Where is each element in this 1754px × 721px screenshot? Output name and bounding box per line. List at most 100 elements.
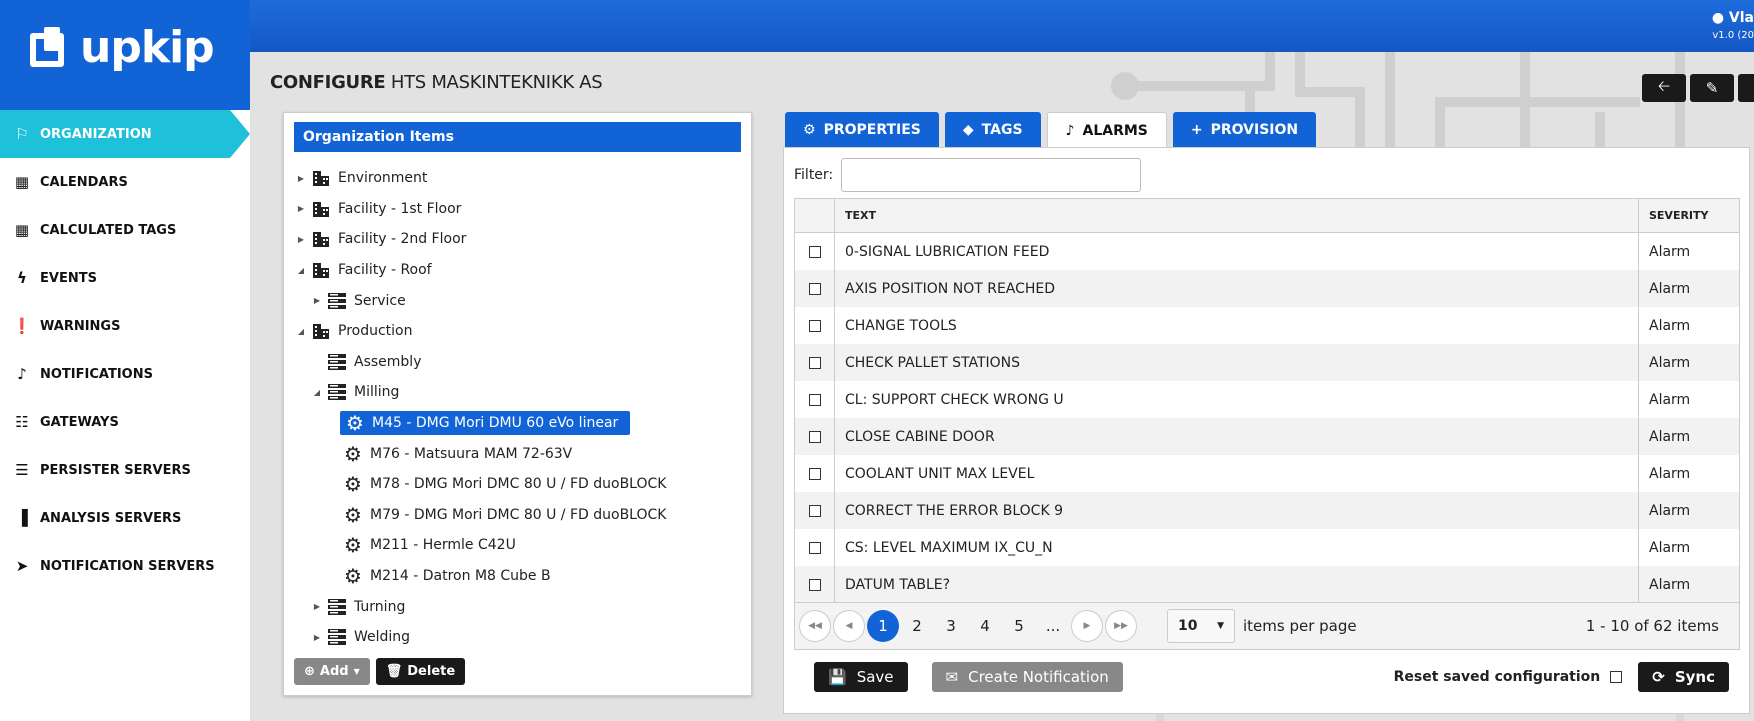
row-checkbox[interactable] — [808, 430, 821, 443]
tree-node[interactable]: ◢ Milling — [294, 377, 672, 408]
last-page-button[interactable]: ▶▶ — [1105, 610, 1137, 642]
alarm-text-cell: CL: SUPPORT CHECK WRONG U — [835, 381, 1639, 418]
row-checkbox[interactable] — [808, 504, 821, 517]
first-page-button[interactable]: ◀◀ — [799, 610, 831, 642]
expand-arrow-icon[interactable]: ◢ — [294, 266, 308, 275]
gear-icon: ⚙ — [344, 441, 362, 466]
delete-button[interactable]: 🗑 Delete — [375, 658, 466, 685]
logo-area[interactable]: upkip — [0, 0, 250, 110]
page-number-button[interactable]: 2 — [901, 610, 933, 642]
tree-node[interactable]: ⚙ M78 - DMG Mori DMC 80 U / FD duoBLOCK — [294, 469, 672, 500]
table-row[interactable]: CHECK PALLET STATIONS Alarm — [795, 344, 1739, 381]
page-size-select[interactable]: 10 ▼ — [1167, 609, 1235, 643]
sidebar-item-events[interactable]: ϟ EVENTS — [0, 254, 250, 302]
sitemap-icon: ☷ — [15, 413, 29, 431]
selected-node[interactable]: ⚙ M45 - DMG Mori DMU 60 eVo linear — [340, 411, 631, 436]
reset-config-checkbox[interactable] — [1610, 671, 1623, 683]
more-button[interactable] — [1738, 74, 1754, 102]
tab-label: TAGS — [981, 122, 1023, 138]
tab-tags[interactable]: ◆ TAGS — [944, 112, 1041, 148]
back-button[interactable]: 🡠 — [1642, 74, 1686, 102]
page-number-button[interactable]: 4 — [969, 610, 1001, 642]
expand-arrow-icon[interactable]: ▶ — [294, 235, 308, 244]
sidebar-item-calculated-tags[interactable]: ▦ CALCULATED TAGS — [0, 206, 250, 254]
alarm-text-cell: AXIS POSITION NOT REACHED — [835, 270, 1639, 307]
text-column-header[interactable]: TEXT — [835, 199, 1639, 232]
tree-node[interactable]: ⚙ M214 - Datron M8 Cube B — [294, 561, 672, 592]
table-row[interactable]: CLOSE CABINE DOOR Alarm — [795, 418, 1739, 455]
pencil-icon: ✎ — [1705, 79, 1719, 97]
tree-node[interactable]: ▶ Environment — [294, 163, 672, 194]
sidebar-item-persister-servers[interactable]: ☰ PERSISTER SERVERS — [0, 446, 250, 494]
tree-node-label: Production — [338, 323, 413, 340]
row-checkbox[interactable] — [808, 578, 821, 591]
expand-arrow-icon[interactable]: ▶ — [310, 296, 324, 305]
page-number-button[interactable]: 1 — [867, 610, 899, 642]
sidebar-item-gateways[interactable]: ☷ GATEWAYS — [0, 398, 250, 446]
user-menu[interactable]: ● Vla v1.0 (20 — [1712, 10, 1754, 41]
page-number-button[interactable]: 5 — [1003, 610, 1035, 642]
plus-icon: + — [1190, 122, 1203, 138]
add-label: Add — [319, 664, 349, 679]
filter-input[interactable] — [841, 158, 1142, 192]
prev-page-button[interactable]: ◀ — [833, 610, 865, 642]
tree-node-label: Facility - 2nd Floor — [338, 231, 467, 248]
expand-arrow-icon[interactable]: ◢ — [310, 388, 324, 397]
tree-node[interactable]: ⚙ M45 - DMG Mori DMU 60 eVo linear — [294, 408, 672, 439]
tab-properties[interactable]: ⚙ PROPERTIES — [785, 112, 939, 148]
sidebar-item-analysis-servers[interactable]: ▐ ANALYSIS SERVERS — [0, 494, 250, 542]
expand-arrow-icon[interactable]: ▶ — [310, 602, 324, 611]
severity-column-header[interactable]: SEVERITY — [1639, 209, 1739, 222]
row-checkbox[interactable] — [808, 541, 821, 554]
row-checkbox[interactable] — [808, 319, 821, 332]
table-row[interactable]: AXIS POSITION NOT REACHED Alarm — [795, 270, 1739, 307]
page-number-button[interactable]: 3 — [935, 610, 967, 642]
sidebar-item-organization[interactable]: ⚐ ORGANIZATION — [0, 110, 250, 158]
sidebar-item-calendars[interactable]: ▦ CALENDARS — [0, 158, 250, 206]
sidebar-item-label: ANALYSIS SERVERS — [40, 510, 182, 526]
tree-node[interactable]: ▶ Facility - 1st Floor — [294, 194, 672, 225]
table-row[interactable]: CORRECT THE ERROR BLOCK 9 Alarm — [795, 492, 1739, 529]
sidebar-item-notifications[interactable]: ♪ NOTIFICATIONS — [0, 350, 250, 398]
tree-node[interactable]: ⚙ M76 - Matsuura MAM 72-63V — [294, 438, 672, 469]
tree-node[interactable]: Assembly — [294, 347, 672, 378]
add-dropdown-button[interactable]: ⊕ Add ▼ — [294, 658, 370, 685]
table-row[interactable]: 0-SIGNAL LUBRICATION FEED Alarm — [795, 233, 1739, 270]
sync-button[interactable]: ⟳ Sync — [1638, 662, 1729, 692]
expand-arrow-icon[interactable]: ▶ — [310, 633, 324, 642]
sidebar-item-warnings[interactable]: ❗ WARNINGS — [0, 302, 250, 350]
calculator-icon: ▦ — [14, 221, 30, 239]
row-checkbox[interactable] — [808, 356, 821, 369]
expand-arrow-icon[interactable]: ◢ — [294, 327, 308, 336]
expand-arrow-icon[interactable]: ▶ — [294, 174, 308, 183]
tree-node[interactable]: ◢ Facility - Roof — [294, 255, 672, 286]
table-row[interactable]: DATUM TABLE? Alarm — [795, 566, 1739, 603]
table-row[interactable]: COOLANT UNIT MAX LEVEL Alarm — [795, 455, 1739, 492]
save-button[interactable]: 💾 Save — [814, 662, 908, 692]
tree-node[interactable]: ◢ Production — [294, 316, 672, 347]
tree-node[interactable]: ▶ Service — [294, 285, 672, 316]
row-checkbox[interactable] — [808, 393, 821, 406]
tree-node[interactable]: ⚙ M211 - Hermle C42U — [294, 530, 672, 561]
row-checkbox[interactable] — [808, 467, 821, 480]
sidebar-item-notification-servers[interactable]: ➤ NOTIFICATION SERVERS — [0, 542, 250, 590]
edit-button[interactable]: ✎ — [1690, 74, 1734, 102]
tree-node[interactable]: ▶ Turning — [294, 591, 672, 622]
page-number-button[interactable]: ... — [1037, 610, 1069, 642]
tree-node-label: Milling — [354, 384, 400, 401]
table-row[interactable]: CL: SUPPORT CHECK WRONG U Alarm — [795, 381, 1739, 418]
gear-icon: ⚙ — [344, 472, 362, 497]
tree-node[interactable]: ▶ Welding — [294, 622, 672, 653]
expand-arrow-icon[interactable]: ▶ — [294, 204, 308, 213]
tree-node[interactable]: ⚙ M79 - DMG Mori DMC 80 U / FD duoBLOCK — [294, 500, 672, 531]
tab-alarms[interactable]: ♪ ALARMS — [1046, 112, 1167, 148]
tab-provision[interactable]: + PROVISION — [1172, 112, 1317, 148]
page-title-org: HTS MASKINTEKNIKK AS — [385, 72, 603, 93]
tree-node[interactable]: ▶ Facility - 2nd Floor — [294, 224, 672, 255]
create-notification-button[interactable]: ✉ Create Notification — [931, 662, 1123, 692]
row-checkbox[interactable] — [808, 245, 821, 258]
table-row[interactable]: CHANGE TOOLS Alarm — [795, 307, 1739, 344]
next-page-button[interactable]: ▶ — [1071, 610, 1103, 642]
table-row[interactable]: CS: LEVEL MAXIMUM IX_CU_N Alarm — [795, 529, 1739, 566]
row-checkbox[interactable] — [808, 282, 821, 295]
